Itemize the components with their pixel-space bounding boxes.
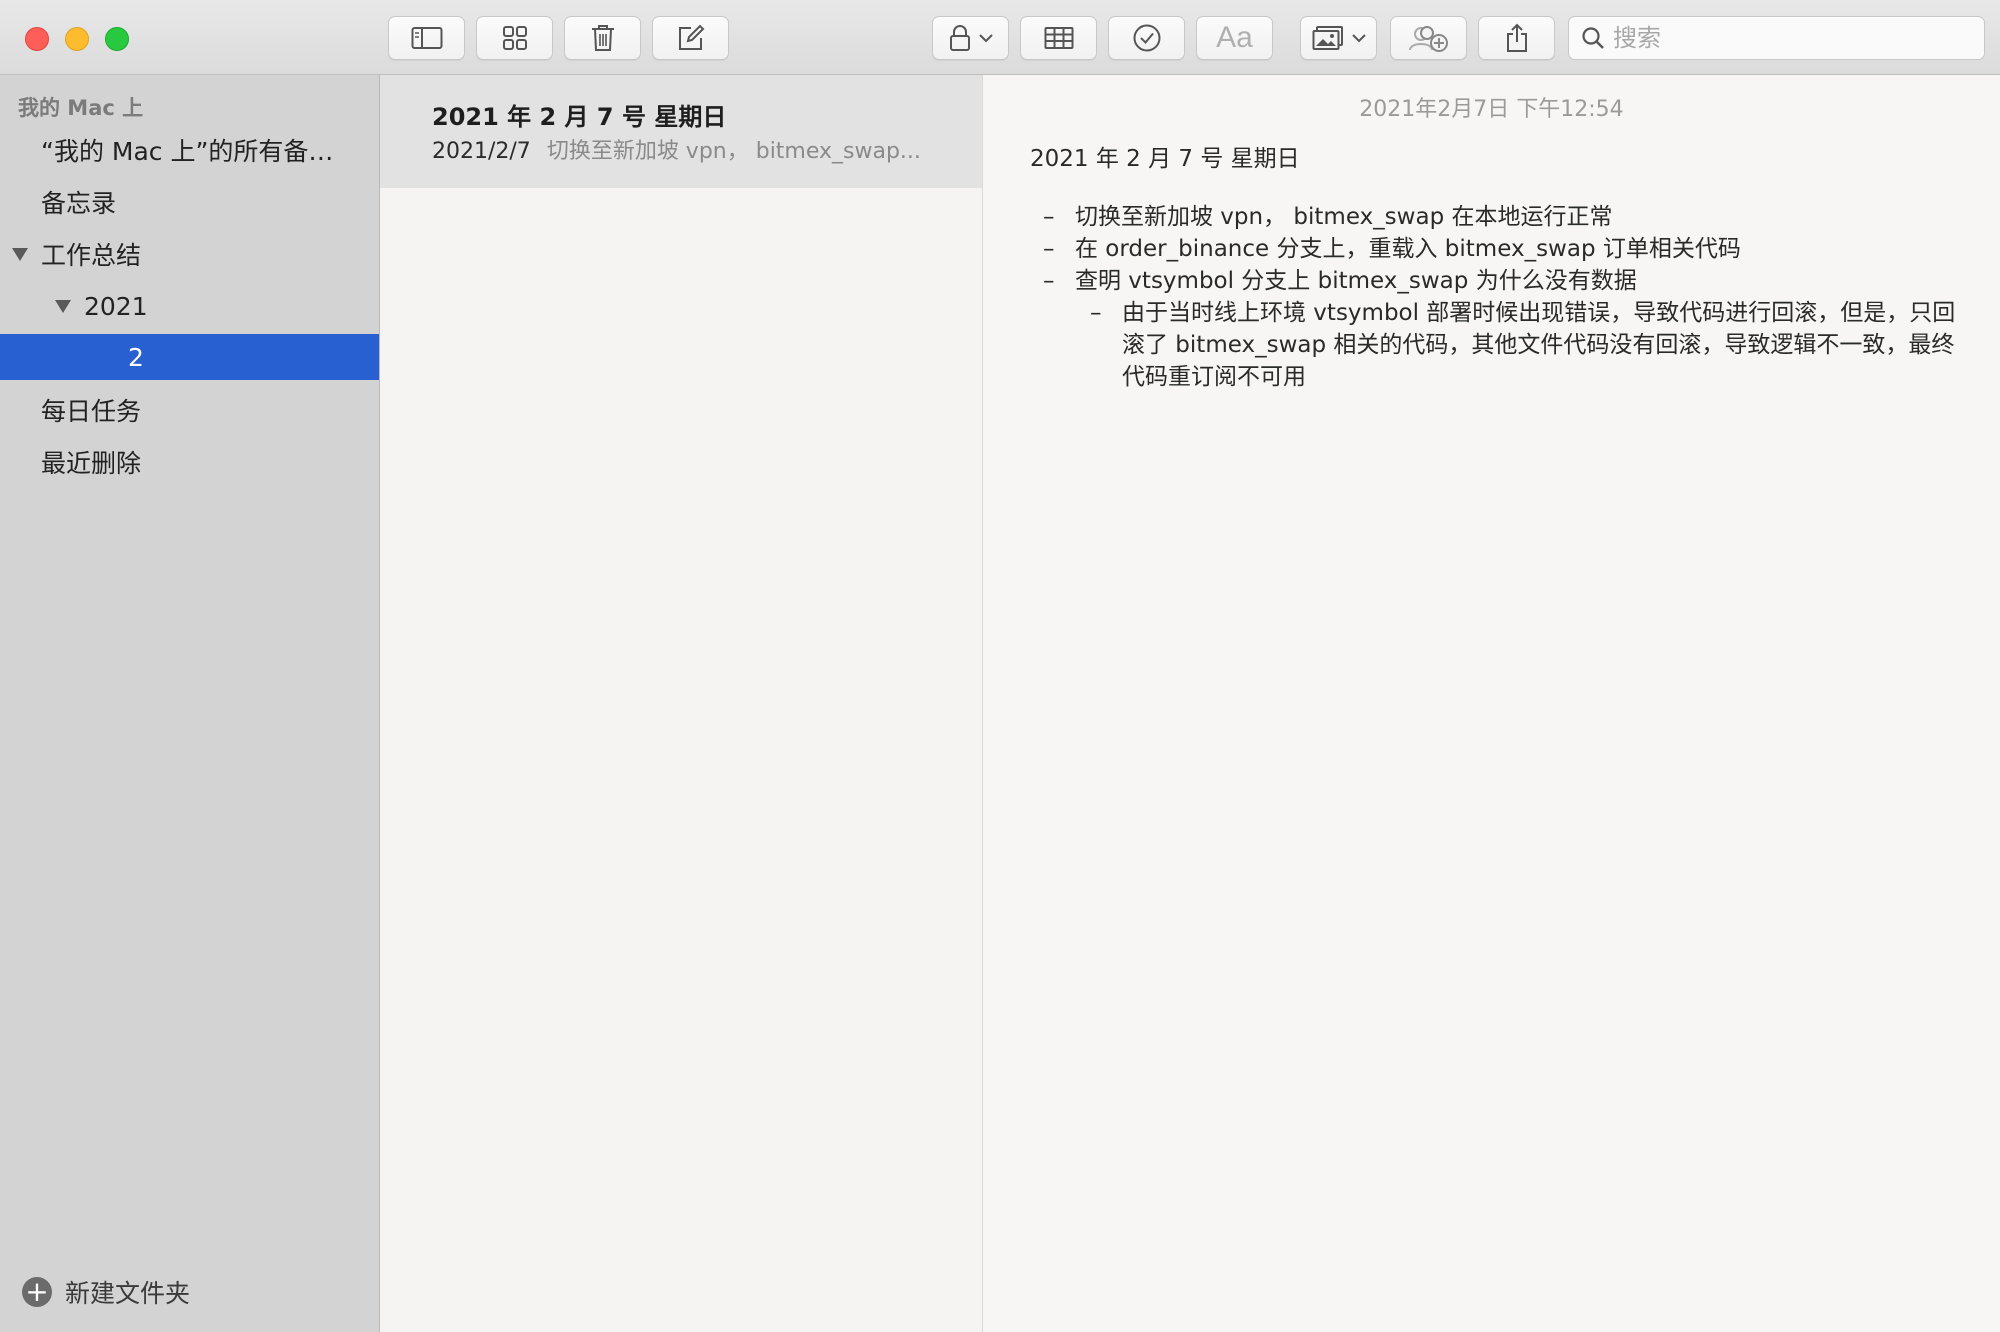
note-body[interactable]: 切换至新加坡 vpn， bitmex_swap 在本地运行正常 在 order_… [1043, 201, 1955, 393]
grid-icon [502, 26, 527, 50]
sidebar-item-label: 每日任务 [41, 397, 142, 426]
insert-table-button[interactable] [1020, 16, 1097, 60]
note-preview: 切换至新加坡 vpn， bitmex_swap... [546, 139, 921, 164]
chevron-down-icon [978, 34, 993, 43]
notes-window: Aa 搜索 我的 Mac 上 “我的 Mac 上”的所有备… 备忘录 工作总结 … [0, 0, 2000, 1332]
text-format-icon: Aa [1216, 21, 1253, 54]
sidebar-item-recently-deleted[interactable]: 最近删除 [0, 439, 379, 485]
note-list-item[interactable]: 2021 年 2 月 7 号 星期日 2021/2/7 切换至新加坡 vpn， b… [380, 75, 982, 188]
checklist-icon [1133, 24, 1160, 52]
minimize-window-button[interactable] [65, 27, 89, 51]
add-people-button[interactable] [1390, 16, 1467, 60]
maximize-window-button[interactable] [105, 27, 129, 51]
folders-sidebar: 我的 Mac 上 “我的 Mac 上”的所有备… 备忘录 工作总结 2021 2… [0, 75, 380, 1332]
search-input[interactable] [1613, 24, 1953, 52]
note-summary: 2021/2/7 切换至新加坡 vpn， bitmex_swap... [432, 133, 952, 165]
compose-icon [678, 24, 704, 50]
trash-icon [591, 25, 614, 51]
sidebar-item-daily-tasks[interactable]: 每日任务 [0, 387, 379, 433]
close-window-button[interactable] [25, 27, 49, 51]
sidebar-item-label: “我的 Mac 上”的所有备… [41, 137, 334, 166]
chevron-down-icon [1351, 34, 1366, 43]
sidebar-item-work-summary[interactable]: 工作总结 [0, 231, 379, 277]
search-icon [1582, 27, 1604, 49]
sidebar-item-label: 备忘录 [41, 189, 117, 218]
compose-note-button[interactable] [652, 16, 729, 60]
share-button[interactable] [1478, 16, 1555, 60]
add-media-button[interactable] [1300, 16, 1377, 60]
plus-circle-icon: + [22, 1277, 52, 1307]
checklist-button[interactable] [1108, 16, 1185, 60]
sidebar-item-2021[interactable]: 2021 [0, 283, 379, 329]
lock-note-button[interactable] [932, 16, 1009, 60]
sub-bullet-item[interactable]: 由于当时线上环境 vtsymbol 部署时候出现错误，导致代码进行回滚，但是，只… [1090, 297, 1977, 393]
toggle-sidebar-button[interactable] [388, 16, 465, 60]
search-field[interactable] [1568, 16, 1985, 60]
table-icon [1044, 27, 1073, 49]
new-folder-button[interactable]: + 新建文件夹 [22, 1274, 190, 1310]
gallery-view-button[interactable] [476, 16, 553, 60]
note-editor[interactable]: 2021年2月7日 下午12:54 2021 年 2 月 7 号 星期日 切换至… [983, 75, 2000, 1332]
sidebar-item-label: 最近删除 [41, 449, 142, 478]
sidebar-section-header: 我的 Mac 上 [18, 96, 144, 120]
photo-icon [1312, 26, 1343, 50]
note-heading[interactable]: 2021 年 2 月 7 号 星期日 [1030, 139, 1300, 173]
toolbar: Aa [0, 0, 2000, 75]
lock-icon [949, 25, 970, 51]
new-folder-label: 新建文件夹 [65, 1279, 191, 1308]
note-timestamp: 2021年2月7日 下午12:54 [1359, 97, 1624, 122]
sidebar-icon [411, 27, 442, 49]
sidebar-item-label: 工作总结 [41, 241, 142, 270]
bullet-item[interactable]: 在 order_binance 分支上，重载入 bitmex_swap 订单相关… [1043, 233, 1943, 265]
sidebar-item-2[interactable]: 2 [0, 334, 379, 380]
format-text-button[interactable]: Aa [1196, 16, 1273, 60]
bullet-item[interactable]: 查明 vtsymbol 分支上 bitmex_swap 为什么没有数据 [1043, 265, 1943, 297]
sidebar-item-all-notes[interactable]: “我的 Mac 上”的所有备… [0, 127, 379, 173]
sidebar-item-label: 2021 [84, 291, 148, 321]
disclosure-triangle-icon[interactable] [55, 299, 71, 313]
sidebar-item-label: 2 [128, 342, 144, 372]
note-list: 2021 年 2 月 7 号 星期日 2021/2/7 切换至新加坡 vpn， b… [380, 75, 983, 1332]
add-people-icon [1408, 26, 1448, 52]
delete-note-button[interactable] [564, 16, 641, 60]
note-date: 2021/2/7 [432, 139, 531, 164]
sidebar-item-notes[interactable]: 备忘录 [0, 179, 379, 225]
share-icon [1506, 23, 1527, 52]
note-title: 2021 年 2 月 7 号 星期日 [432, 103, 727, 131]
disclosure-triangle-icon[interactable] [12, 247, 28, 261]
bullet-item[interactable]: 切换至新加坡 vpn， bitmex_swap 在本地运行正常 [1043, 201, 1943, 233]
